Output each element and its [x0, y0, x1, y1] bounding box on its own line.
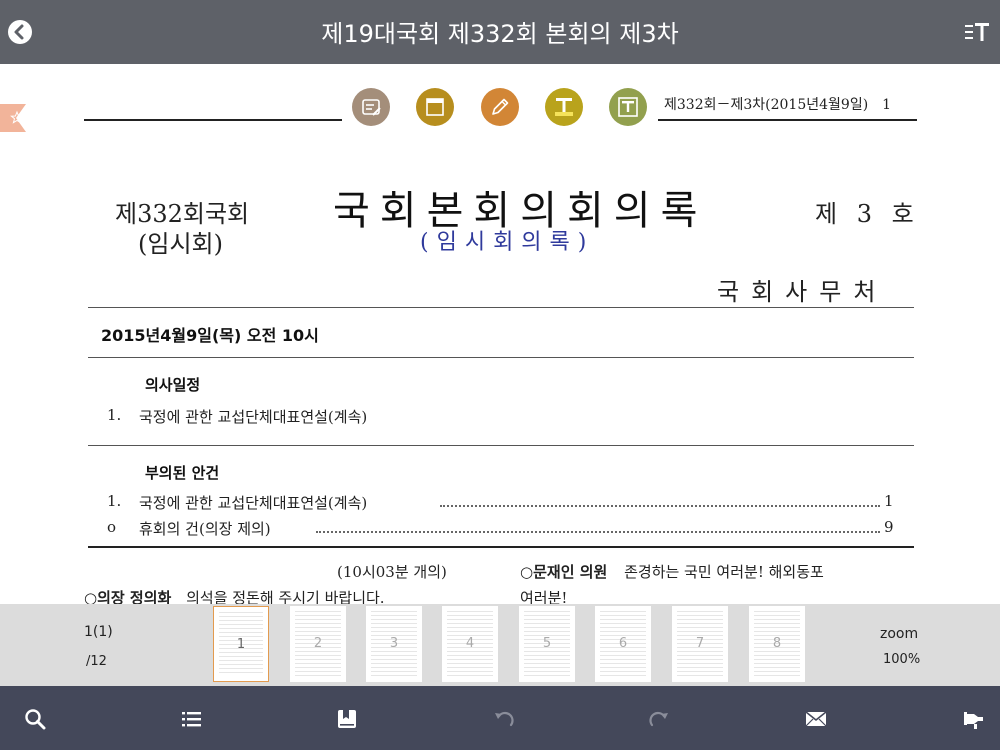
zoom-value[interactable]: 100% [883, 652, 920, 667]
header-rule-left [84, 119, 342, 121]
opening-note: (10시03분 개의) [337, 563, 447, 581]
agenda-heading: 의사일정 [145, 376, 201, 394]
thumbnail-number: 7 [695, 636, 705, 651]
agenda-item-num: 1. [107, 406, 122, 424]
thumbnail-number: 1 [236, 637, 246, 652]
speech-left: ○의장 정의화 의석을 정돈해 주시기 바랍니다. [84, 587, 385, 604]
thumbnail-number: 4 [465, 636, 475, 651]
current-page: 1(1) [84, 624, 113, 640]
zoom-label[interactable]: zoom [880, 626, 918, 642]
text-size-icon [965, 23, 989, 41]
window-tool-button[interactable] [416, 88, 454, 126]
thumbnail-number: 6 [618, 636, 628, 651]
agenda-item[interactable]: 국정에 관한 교섭단체대표연설(계속) [139, 406, 367, 427]
header-rule-right [658, 119, 917, 121]
rule-1 [88, 307, 914, 308]
referred-item-page: 9 [884, 518, 894, 536]
bookmarks-button[interactable] [336, 708, 358, 730]
speech-text: 존경하는 국민 여러분! 해외동포 [624, 563, 824, 581]
issue-number: 제 3 호 [815, 200, 920, 228]
memo-icon [352, 88, 390, 126]
page-title: 제19대국회 제332회 본회의 제3차 [321, 20, 679, 48]
star-tab-icon [0, 104, 26, 132]
bottom-toolbar [0, 686, 1000, 750]
page-thumbnail[interactable]: 4 [442, 606, 498, 682]
list-icon [182, 712, 201, 727]
referred-item[interactable]: 휴회의 건(의장 제의) [139, 518, 271, 539]
leader-dots [440, 505, 880, 507]
table-of-contents-button[interactable] [181, 708, 203, 730]
page-thumbnail[interactable]: 6 [595, 606, 651, 682]
total-pages: /12 [86, 654, 107, 669]
redo-button[interactable] [648, 708, 670, 730]
page-thumbnail[interactable]: 3 [366, 606, 422, 682]
page-thumbnail[interactable]: 5 [519, 606, 575, 682]
rule-3 [88, 445, 914, 446]
page-thumbnail[interactable]: 7 [672, 606, 728, 682]
page-thumbnail[interactable]: 1 [213, 606, 269, 682]
page-navigator: 1(1) /12 1 2 3 4 5 6 7 8 zoom 100% [0, 604, 1000, 686]
referred-item-num: o [107, 518, 117, 536]
minutes-subtitle: (임시회의록) [420, 230, 595, 255]
referred-item[interactable]: 국정에 관한 교섭단체대표연설(계속) [139, 492, 367, 513]
rule-2 [88, 357, 914, 358]
undo-icon [495, 711, 514, 727]
search-icon [25, 709, 46, 730]
text-size-button[interactable] [964, 20, 990, 44]
pen-tool-button[interactable] [481, 88, 519, 126]
thumbnail-number: 3 [389, 636, 399, 651]
referred-item-num: 1. [107, 492, 122, 510]
share-email-button[interactable] [805, 708, 827, 730]
text-box-icon [609, 88, 647, 126]
text-box-tool-button[interactable] [609, 88, 647, 126]
speaker-name: ○문재인 의원 [520, 563, 608, 581]
page-reference: 제332회－제3차(2015년4월9일) 1 [664, 97, 892, 113]
speech-right: ○문재인 의원 존경하는 국민 여러분! 해외동포 [520, 561, 824, 582]
speaker-name: ○의장 정의화 [84, 589, 172, 604]
thumbnail-number: 8 [772, 636, 782, 651]
highlight-text-icon [545, 88, 583, 126]
memo-tool-button[interactable] [352, 88, 390, 126]
thumb-tack-icon [964, 712, 983, 729]
mail-icon [805, 711, 827, 727]
pen-icon [481, 88, 519, 126]
search-button[interactable] [24, 708, 46, 730]
speech-text-cont: 여러분! [520, 589, 568, 604]
pin-button[interactable] [962, 708, 984, 730]
page-thumbnail[interactable]: 2 [290, 606, 346, 682]
window-icon [416, 88, 454, 126]
page-thumbnail[interactable]: 8 [749, 606, 805, 682]
speech-text: 의석을 정돈해 주시기 바랍니다. [186, 589, 385, 604]
leader-dots [316, 531, 880, 533]
thumbnail-number: 2 [313, 636, 323, 651]
referred-item-page: 1 [884, 492, 894, 510]
rule-4 [88, 546, 914, 548]
highlight-tool-button[interactable] [545, 88, 583, 126]
undo-button[interactable] [493, 708, 515, 730]
referred-heading: 부의된 안건 [145, 464, 220, 482]
top-bar: 제19대국회 제332회 본회의 제3차 [0, 0, 1000, 64]
redo-icon [649, 711, 668, 727]
session-type: (임시회) [138, 230, 223, 258]
meeting-date: 2015년4월9일(목) 오전 10시 [101, 326, 319, 345]
document-page: 제332회－제3차(2015년4월9일) 1 제332회국회 (임시회) 국회본… [0, 64, 1000, 604]
publisher-office: 국회사무처 [717, 278, 888, 306]
bookmark-tab[interactable] [0, 104, 26, 132]
bookmark-book-icon [338, 710, 356, 728]
thumbnail-number: 5 [542, 636, 552, 651]
